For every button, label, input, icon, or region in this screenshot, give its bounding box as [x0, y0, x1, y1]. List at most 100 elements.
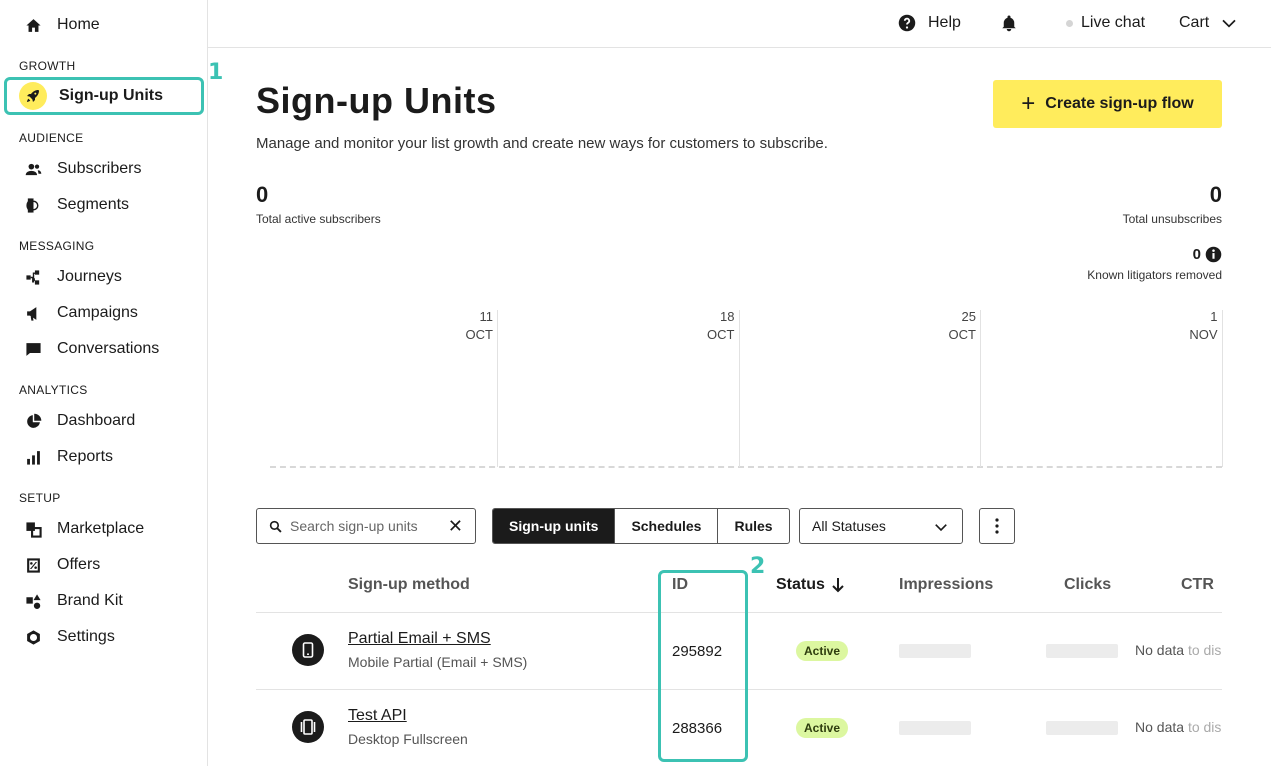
sidebar-item-label: Settings [57, 628, 115, 645]
status-filter-value: All Statuses [812, 518, 886, 534]
tick-month: OCT [948, 327, 976, 342]
sidebar-item-campaigns[interactable]: Campaigns [0, 295, 208, 331]
chart-baseline [270, 466, 1222, 468]
sidebar-item-settings[interactable]: Settings [0, 619, 208, 655]
help-link[interactable]: Help [898, 0, 961, 46]
sidebar-item-home[interactable]: Home [0, 7, 208, 43]
tick-day: 11 [479, 309, 494, 324]
clicks-placeholder [1046, 721, 1118, 735]
section-label-growth: GROWTH [19, 59, 76, 73]
sidebar-item-signup-units[interactable]: Sign-up Units [4, 77, 204, 115]
percent-icon [24, 556, 42, 574]
chart-tick-label: 25 OCT [914, 308, 976, 344]
segments-icon [24, 196, 42, 214]
ctr-no-data-text: No data [1135, 719, 1188, 735]
sidebar-item-offers[interactable]: Offers [0, 547, 208, 583]
row-subtitle: Desktop Fullscreen [348, 731, 468, 747]
search-icon [269, 520, 282, 533]
tick-day: 25 [961, 309, 976, 324]
tab-schedules[interactable]: Schedules [615, 509, 719, 543]
ctr-no-data: No data to dis [1135, 642, 1222, 658]
column-header-signup-method[interactable]: Sign-up method [348, 576, 470, 594]
row-name-link[interactable]: Test API [348, 707, 407, 725]
sidebar-item-label: Sign-up Units [59, 87, 163, 104]
create-signup-flow-label: Create sign-up flow [1045, 95, 1194, 112]
shapes-icon [24, 592, 42, 610]
sidebar-item-subscribers[interactable]: Subscribers [0, 151, 208, 187]
sidebar-item-journeys[interactable]: Journeys [0, 259, 208, 295]
row-name-link[interactable]: Partial Email + SMS [348, 630, 491, 648]
sidebar-item-label: Journeys [57, 268, 122, 285]
sidebar-item-label: Offers [57, 556, 101, 573]
chart-gridline [980, 310, 981, 467]
tab-signup-units[interactable]: Sign-up units [493, 509, 616, 543]
rocket-icon [19, 82, 47, 110]
info-icon[interactable] [1205, 246, 1222, 263]
total-unsubscribes-label: Total unsubscribes [1122, 212, 1222, 226]
chat-icon [24, 340, 42, 358]
sidebar-item-brand-kit[interactable]: Brand Kit [0, 583, 208, 619]
cart-label: Cart [1179, 14, 1210, 31]
status-filter-select[interactable]: All Statuses [799, 508, 963, 544]
status-dot-icon [1066, 19, 1073, 27]
pie-chart-icon [24, 412, 42, 430]
chevron-down-icon [935, 524, 947, 532]
sidebar-item-label: Conversations [57, 340, 160, 357]
column-header-ctr[interactable]: CTR [1181, 576, 1214, 594]
row-subtitle: Mobile Partial (Email + SMS) [348, 654, 528, 670]
chart-tick-label: 18 OCT [673, 308, 735, 344]
search-field[interactable]: ✕ [256, 508, 476, 544]
sidebar-item-conversations[interactable]: Conversations [0, 331, 208, 367]
search-input[interactable] [290, 518, 440, 534]
tab-rules[interactable]: Rules [718, 509, 788, 543]
chart-tick-label: 1 NOV [1156, 308, 1218, 344]
sidebar-item-label: Home [57, 16, 100, 33]
cart-menu[interactable]: Cart [1179, 0, 1237, 46]
megaphone-icon [24, 304, 42, 322]
sidebar-item-segments[interactable]: Segments [0, 187, 208, 223]
sidebar-item-label: Brand Kit [57, 592, 123, 609]
ctr-no-data: No data to dis [1135, 719, 1222, 735]
create-signup-flow-button[interactable]: + Create sign-up flow [993, 80, 1222, 128]
section-label-audience: AUDIENCE [19, 131, 84, 145]
home-icon [24, 16, 42, 34]
mobile-icon [292, 634, 324, 666]
column-header-impressions[interactable]: Impressions [899, 576, 993, 594]
plus-icon: + [1021, 90, 1036, 117]
known-litigators-label: Known litigators removed [1087, 268, 1222, 282]
live-chat-link[interactable]: Live chat [1066, 0, 1145, 46]
sidebar-item-dashboard[interactable]: Dashboard [0, 403, 208, 439]
chart-gridline [738, 310, 740, 467]
more-options-button[interactable] [979, 508, 1015, 544]
id-column-highlight [658, 570, 748, 762]
sidebar-item-marketplace[interactable]: Marketplace [0, 511, 208, 547]
column-header-clicks[interactable]: Clicks [1064, 576, 1111, 594]
sidebar-item-label: Subscribers [57, 160, 142, 177]
total-active-subscribers-label: Total active subscribers [256, 212, 381, 226]
column-header-status-label: Status [776, 576, 825, 593]
chart-tick-label: 11 OCT [431, 308, 493, 344]
sidebar-item-label: Dashboard [57, 412, 136, 429]
page-description: Manage and monitor your list growth and … [256, 135, 828, 152]
sidebar-item-label: Segments [57, 196, 130, 213]
total-unsubscribes-value: 0 [1209, 182, 1222, 207]
sidebar-item-label: Campaigns [57, 304, 138, 321]
tick-month: NOV [1189, 327, 1218, 342]
fullscreen-icon [292, 711, 324, 743]
impressions-placeholder [899, 644, 971, 658]
section-label-analytics: ANALYTICS [19, 383, 88, 397]
top-bar: Help Live chat Cart [208, 0, 1271, 48]
column-header-status[interactable]: Status [776, 576, 845, 594]
live-chat-label: Live chat [1081, 14, 1146, 31]
step-badge: 2 [750, 554, 766, 579]
tick-month: OCT [707, 327, 735, 342]
section-label-messaging: MESSAGING [19, 239, 95, 253]
clear-search-icon[interactable]: ✕ [448, 517, 463, 535]
notifications-button[interactable] [1000, 0, 1018, 46]
subscribers-chart: 11 OCT 18 OCT 25 OCT 1 NOV [256, 300, 1223, 472]
ctr-no-data-text: No data [1135, 642, 1188, 658]
sidebar-item-reports[interactable]: Reports [0, 439, 208, 475]
clicks-placeholder [1046, 644, 1118, 658]
bar-chart-icon [24, 448, 42, 466]
tick-day: 18 [720, 309, 735, 324]
